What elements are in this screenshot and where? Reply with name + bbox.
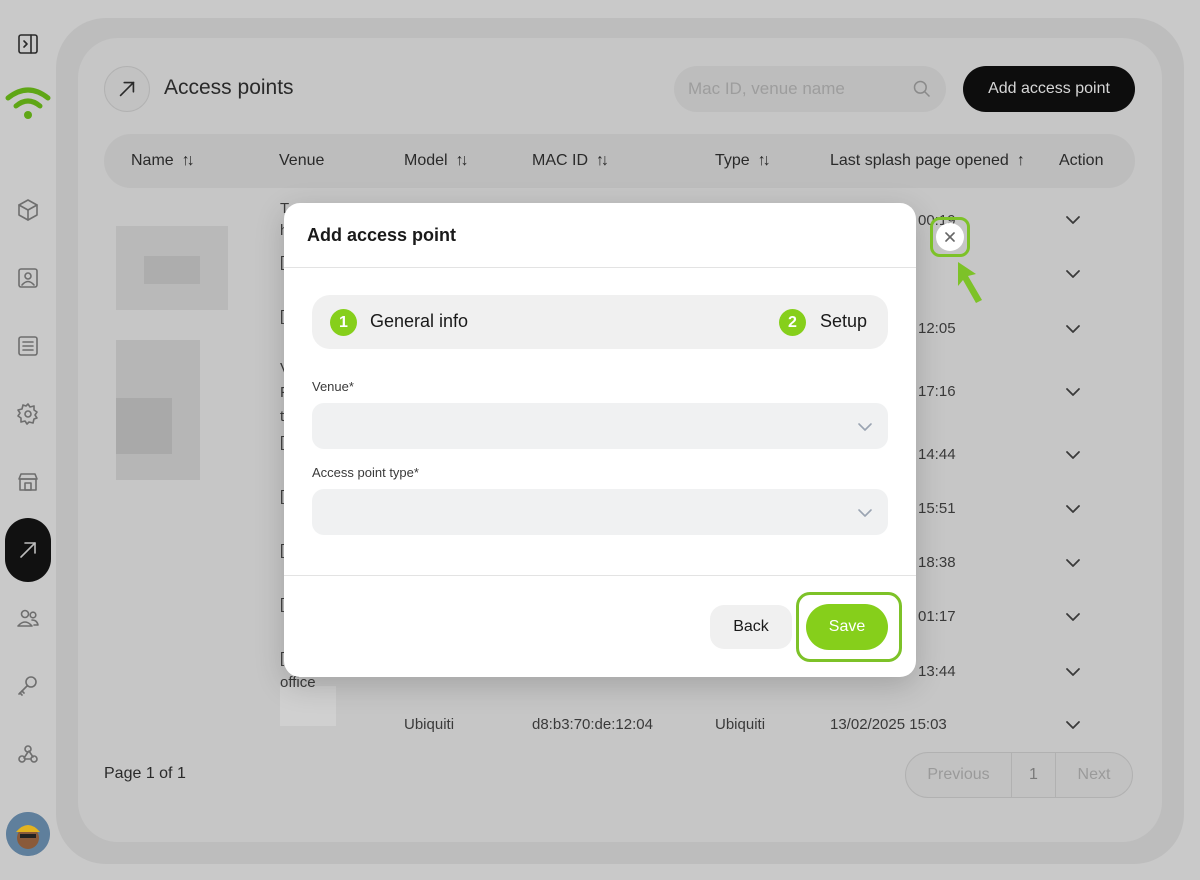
search-icon[interactable] bbox=[912, 79, 932, 99]
access-point-type-label: Access point type* bbox=[312, 465, 419, 480]
gear-icon[interactable] bbox=[8, 394, 48, 434]
blurred-venue-cell bbox=[280, 686, 336, 726]
back-button[interactable]: Back bbox=[710, 605, 792, 649]
table-header: Name ↑↓ Venue Model ↑↓ MAC ID ↑↓ Type ↑↓ Las… bbox=[104, 134, 1135, 188]
store-icon[interactable] bbox=[8, 462, 48, 502]
row-expand-chevron-icon[interactable] bbox=[1064, 446, 1082, 464]
model-cell: Ubiquiti bbox=[404, 716, 455, 733]
last-splash-cell: 12:05 bbox=[918, 320, 956, 337]
mac-id-cell: d8:b3:70:de:12:04 bbox=[532, 716, 653, 733]
page-arrow-icon bbox=[104, 66, 150, 112]
last-splash-cell: 13:44 bbox=[918, 663, 956, 680]
dialog-title: Add access point bbox=[307, 225, 457, 245]
search-input[interactable] bbox=[688, 79, 912, 99]
row-expand-chevron-icon[interactable] bbox=[1064, 608, 1082, 626]
blurred-name-cell bbox=[144, 256, 200, 284]
add-access-point-dialog: Add access point 1 General info 2 Setup … bbox=[284, 203, 916, 677]
pointer-arrow-icon bbox=[958, 262, 982, 303]
row-expand-chevron-icon[interactable] bbox=[1064, 663, 1082, 681]
page-number-button[interactable]: 1 bbox=[1012, 753, 1056, 797]
cube-icon[interactable] bbox=[8, 190, 48, 230]
access-point-type-select[interactable] bbox=[312, 489, 888, 535]
chevron-down-icon bbox=[858, 509, 872, 517]
webhook-icon[interactable] bbox=[8, 734, 48, 774]
last-splash-cell: 01:17 bbox=[918, 608, 956, 625]
column-header-name[interactable]: Name ↑↓ bbox=[131, 134, 195, 188]
stepper: 1 General info 2 Setup bbox=[312, 295, 888, 349]
add-access-point-button[interactable]: Add access point bbox=[963, 66, 1135, 112]
search-box[interactable] bbox=[674, 66, 946, 112]
sidebar-toggle-icon[interactable] bbox=[8, 24, 48, 64]
blurred-name-cell bbox=[116, 398, 172, 454]
last-splash-cell: 15:51 bbox=[918, 500, 956, 517]
row-expand-chevron-icon[interactable] bbox=[1064, 716, 1082, 734]
contact-card-icon[interactable] bbox=[8, 258, 48, 298]
step-badge: 2 bbox=[779, 309, 806, 336]
divider bbox=[284, 575, 916, 576]
row-expand-chevron-icon[interactable] bbox=[1064, 383, 1082, 401]
row-expand-chevron-icon[interactable] bbox=[1064, 265, 1082, 283]
users-icon[interactable] bbox=[8, 598, 48, 638]
next-page-button[interactable]: Next bbox=[1056, 753, 1132, 797]
column-header-last-splash[interactable]: Last splash page opened ↑ bbox=[830, 134, 1025, 188]
column-header-action: Action bbox=[1059, 152, 1104, 169]
column-header-model[interactable]: Model ↑↓ bbox=[404, 134, 469, 188]
sidebar bbox=[0, 0, 56, 880]
chevron-down-icon bbox=[858, 423, 872, 431]
venue-select[interactable] bbox=[312, 403, 888, 449]
avatar[interactable] bbox=[6, 812, 50, 856]
sort-icon[interactable]: ↑↓ bbox=[182, 152, 195, 170]
pagination: Previous 1 Next bbox=[905, 752, 1133, 798]
step-label-setup: Setup bbox=[820, 311, 868, 331]
row-expand-chevron-icon[interactable] bbox=[1064, 554, 1082, 572]
previous-page-button[interactable]: Previous bbox=[906, 753, 1012, 797]
page-title: Access points bbox=[164, 76, 294, 99]
last-splash-cell: 17:16 bbox=[918, 383, 956, 400]
sort-icon[interactable]: ↑↓ bbox=[456, 152, 469, 170]
column-header-mac-id[interactable]: MAC ID ↑↓ bbox=[532, 134, 609, 188]
close-icon bbox=[945, 232, 955, 242]
list-icon[interactable] bbox=[8, 326, 48, 366]
wifi-logo-icon[interactable] bbox=[4, 82, 52, 126]
sort-icon[interactable]: ↑↓ bbox=[758, 152, 771, 170]
last-splash-cell: 13/02/2025 15:03 bbox=[830, 716, 947, 733]
row-expand-chevron-icon[interactable] bbox=[1064, 320, 1082, 338]
sort-icon[interactable]: ↑ bbox=[1017, 152, 1025, 170]
type-cell: Ubiquiti bbox=[715, 716, 766, 733]
close-button[interactable] bbox=[936, 223, 964, 251]
sort-icon[interactable]: ↑↓ bbox=[596, 152, 609, 170]
row-expand-chevron-icon[interactable] bbox=[1064, 500, 1082, 518]
column-header-venue: Venue bbox=[279, 152, 325, 169]
page-info: Page 1 of 1 bbox=[104, 765, 186, 782]
venue-label: Venue* bbox=[312, 379, 354, 394]
divider bbox=[284, 267, 916, 268]
save-button[interactable]: Save bbox=[806, 604, 888, 650]
last-splash-cell: 18:38 bbox=[918, 554, 956, 571]
row-expand-chevron-icon[interactable] bbox=[1064, 211, 1082, 229]
column-header-type[interactable]: Type ↑↓ bbox=[715, 134, 771, 188]
last-splash-cell: 14:44 bbox=[918, 446, 956, 463]
access-points-icon[interactable] bbox=[5, 518, 51, 582]
step-badge: 1 bbox=[330, 309, 357, 336]
key-icon[interactable] bbox=[8, 666, 48, 706]
step-label-general-info: General info bbox=[370, 311, 469, 331]
